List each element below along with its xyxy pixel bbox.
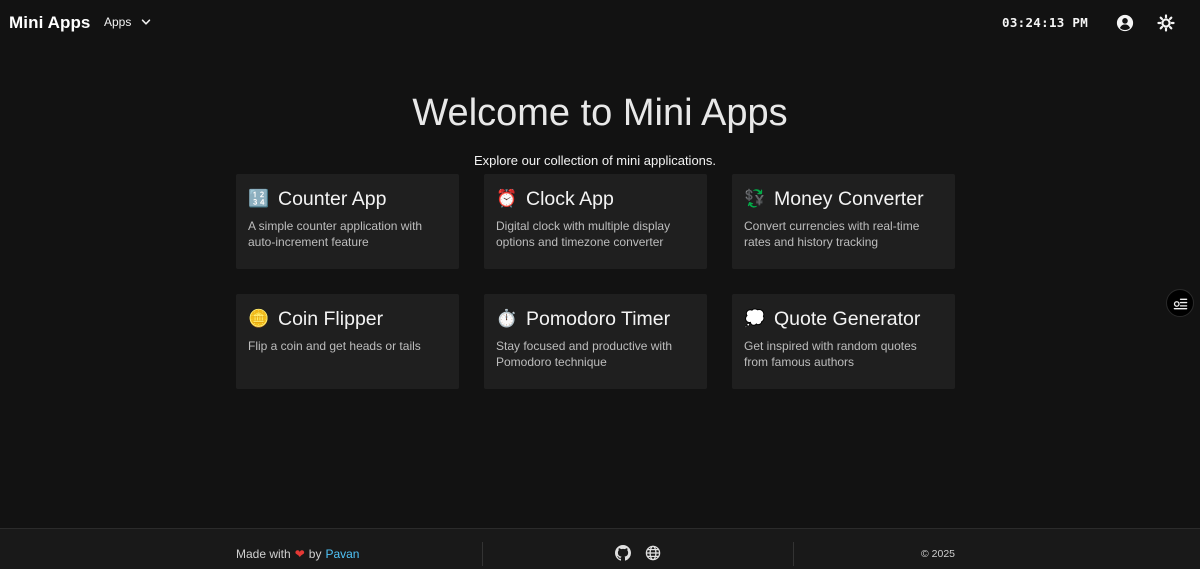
number-keycap-icon: 🔢 (248, 189, 270, 208)
card-clock-app[interactable]: ⏰ Clock App Digital clock with multiple … (484, 174, 707, 269)
page-subtitle: Explore our collection of mini applicati… (473, 153, 717, 168)
page-title: Welcome to Mini Apps (412, 92, 788, 134)
user-circle-icon (1116, 14, 1134, 32)
currency-exchange-icon: 💱 (744, 189, 766, 208)
footer-divider (793, 542, 794, 566)
card-description: A simple counter application with auto-i… (248, 219, 423, 249)
card-title: Coin Flipper (278, 307, 384, 330)
chevron-down-icon (142, 19, 151, 25)
card-description: Flip a coin and get heads or tails (248, 339, 421, 353)
card-title: Pomodoro Timer (526, 307, 671, 330)
brand-logo[interactable]: Mini Apps (9, 13, 90, 33)
apps-dropdown-label: Apps (104, 15, 132, 29)
copyright-text: © 2025 (921, 548, 956, 560)
footer: Made with ❤ by Pavan © 2025 (0, 528, 1200, 569)
footer-social-links (615, 545, 661, 561)
card-money-converter[interactable]: 💱 Money Converter Convert currencies wit… (732, 174, 955, 269)
github-link[interactable] (615, 545, 631, 561)
card-pomodoro-timer[interactable]: ⏱️ Pomodoro Timer Stay focused and produ… (484, 294, 707, 389)
card-title: Money Converter (774, 187, 924, 210)
theme-toggle-button[interactable] (1156, 13, 1176, 33)
author-link[interactable]: Pavan (325, 547, 359, 561)
profile-button[interactable] (1115, 13, 1135, 33)
by-text: by (308, 547, 322, 561)
heart-icon: ❤ (294, 547, 305, 561)
thought-bubble-icon: 💭 (744, 309, 766, 328)
card-description: Digital clock with multiple display opti… (496, 219, 671, 249)
card-quote-generator[interactable]: 💭 Quote Generator Get inspired with rand… (732, 294, 955, 389)
card-counter-app[interactable]: 🔢 Counter App A simple counter applicati… (236, 174, 459, 269)
apps-dropdown[interactable]: Apps (104, 15, 151, 29)
github-icon (615, 545, 631, 561)
stopwatch-icon: ⏱️ (496, 309, 518, 328)
card-description: Stay focused and productive with Pomodor… (496, 339, 673, 369)
footer-divider (482, 542, 483, 566)
floating-settings-button[interactable] (1166, 289, 1194, 317)
card-title: Clock App (526, 187, 614, 210)
list-settings-icon (1173, 298, 1187, 309)
top-navbar: Mini Apps Apps 03:24:13 PM (0, 0, 1200, 48)
alarm-clock-icon: ⏰ (496, 189, 518, 208)
footer-credit: Made with ❤ by Pavan (236, 547, 359, 561)
card-title: Counter App (278, 187, 387, 210)
page: Mini Apps Apps 03:24:13 PM Welcome to Mi… (0, 0, 1200, 569)
card-coin-flipper[interactable]: 🪙 Coin Flipper Flip a coin and get heads… (236, 294, 459, 389)
made-with-text: Made with (236, 547, 291, 561)
coin-icon: 🪙 (248, 309, 270, 328)
globe-icon (645, 545, 661, 561)
website-link[interactable] (645, 545, 661, 561)
digital-clock: 03:24:13 PM (1002, 15, 1089, 30)
card-description: Get inspired with random quotes from fam… (744, 339, 917, 369)
card-title: Quote Generator (774, 307, 921, 330)
sun-icon (1157, 14, 1175, 32)
card-description: Convert currencies with real-time rates … (744, 219, 920, 249)
